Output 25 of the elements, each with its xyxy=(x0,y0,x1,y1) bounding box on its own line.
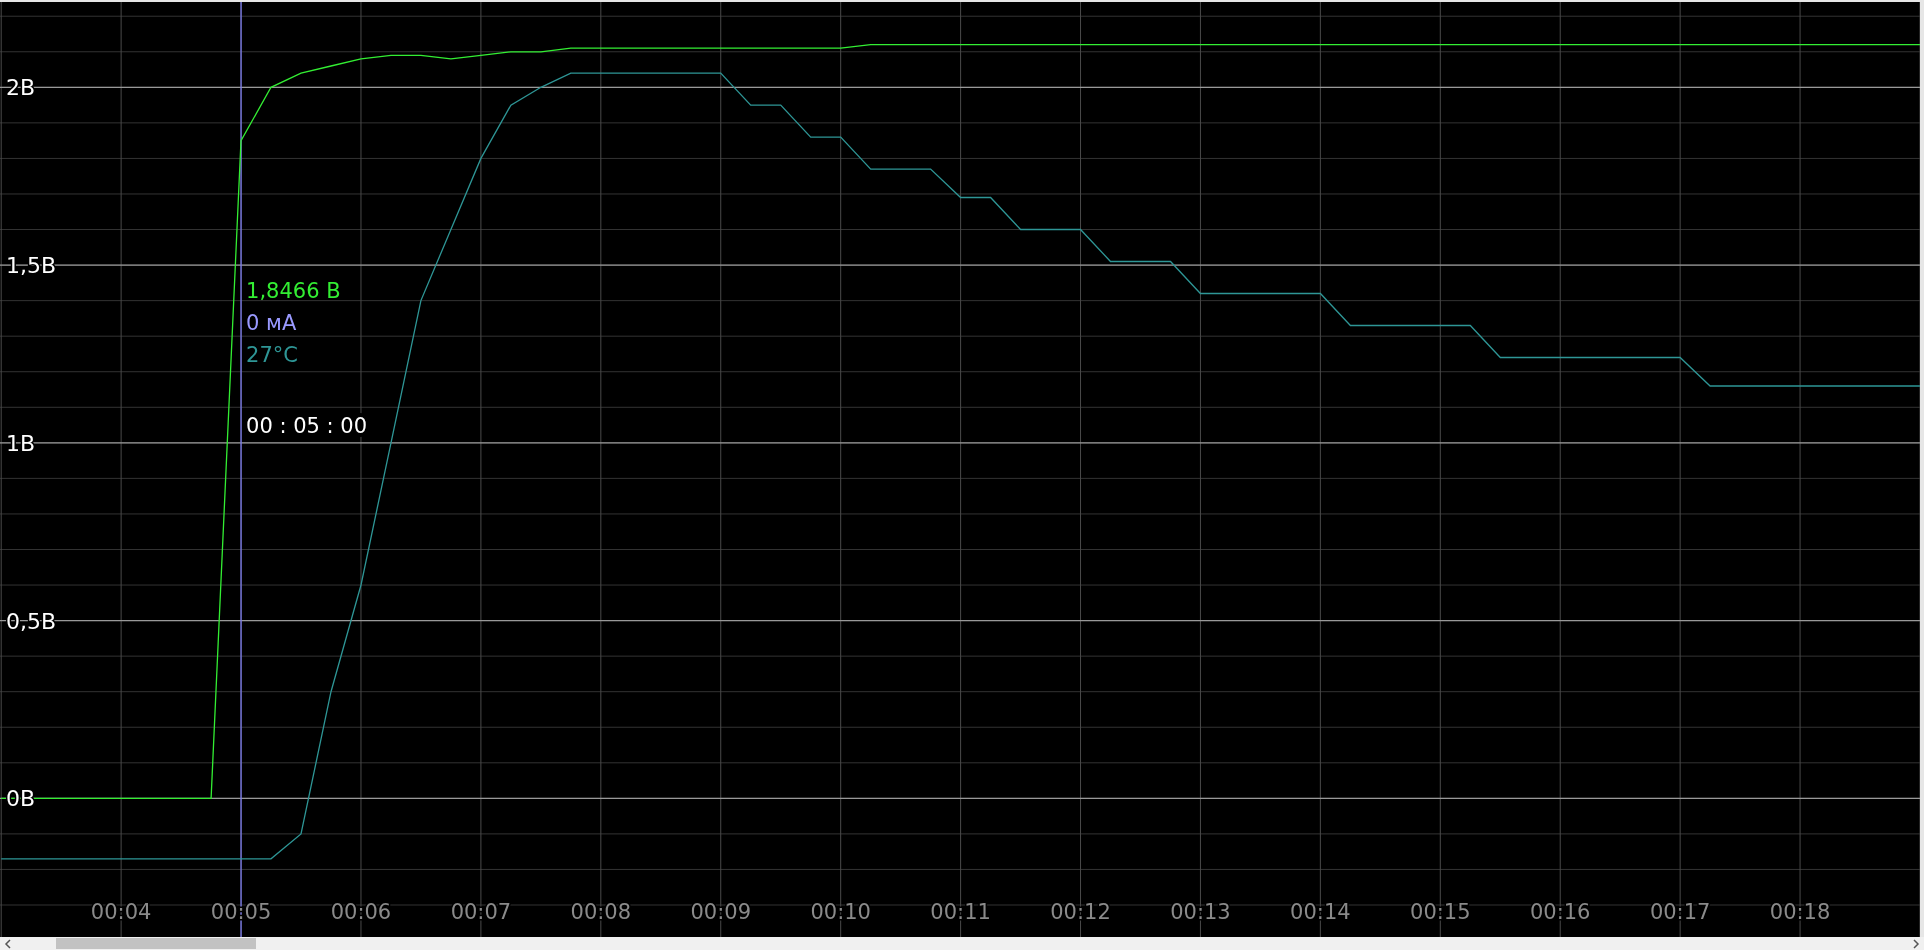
axis-label: 00:04 xyxy=(90,900,152,924)
cursor-time: 00 : 05 : 00 xyxy=(246,414,368,438)
axis-label: 00:07 xyxy=(450,900,512,924)
scrollbar-thumb[interactable] xyxy=(56,938,256,949)
axis-label: 00:16 xyxy=(1529,900,1591,924)
axis-label: 00:17 xyxy=(1649,900,1711,924)
cursor-line[interactable] xyxy=(240,2,242,937)
axis-label: 00:09 xyxy=(690,900,751,924)
axis-label: 00:10 xyxy=(810,900,871,924)
axis-label: 00:14 xyxy=(1290,900,1351,924)
scroll-right-icon[interactable] xyxy=(1912,938,1920,949)
axis-label: 00:08 xyxy=(570,900,632,924)
axis-label: 00:13 xyxy=(1170,900,1231,924)
axis-label: 00:18 xyxy=(1769,900,1831,924)
axis-label: 00:06 xyxy=(330,900,392,924)
cursor-reading: 1,8466 В xyxy=(246,279,341,303)
axis-label: 00:11 xyxy=(930,900,991,924)
scroll-left-icon[interactable] xyxy=(4,938,12,949)
cursor-reading: 0 мА xyxy=(246,311,297,335)
cursor-reading: 27°C xyxy=(246,343,298,367)
axis-label: 00:15 xyxy=(1410,900,1471,924)
axis-label: 00:12 xyxy=(1050,900,1111,924)
axis-label: 1В xyxy=(6,430,36,456)
scrollbar-track[interactable] xyxy=(0,937,1924,950)
axis-label: 1,5В xyxy=(6,253,57,279)
